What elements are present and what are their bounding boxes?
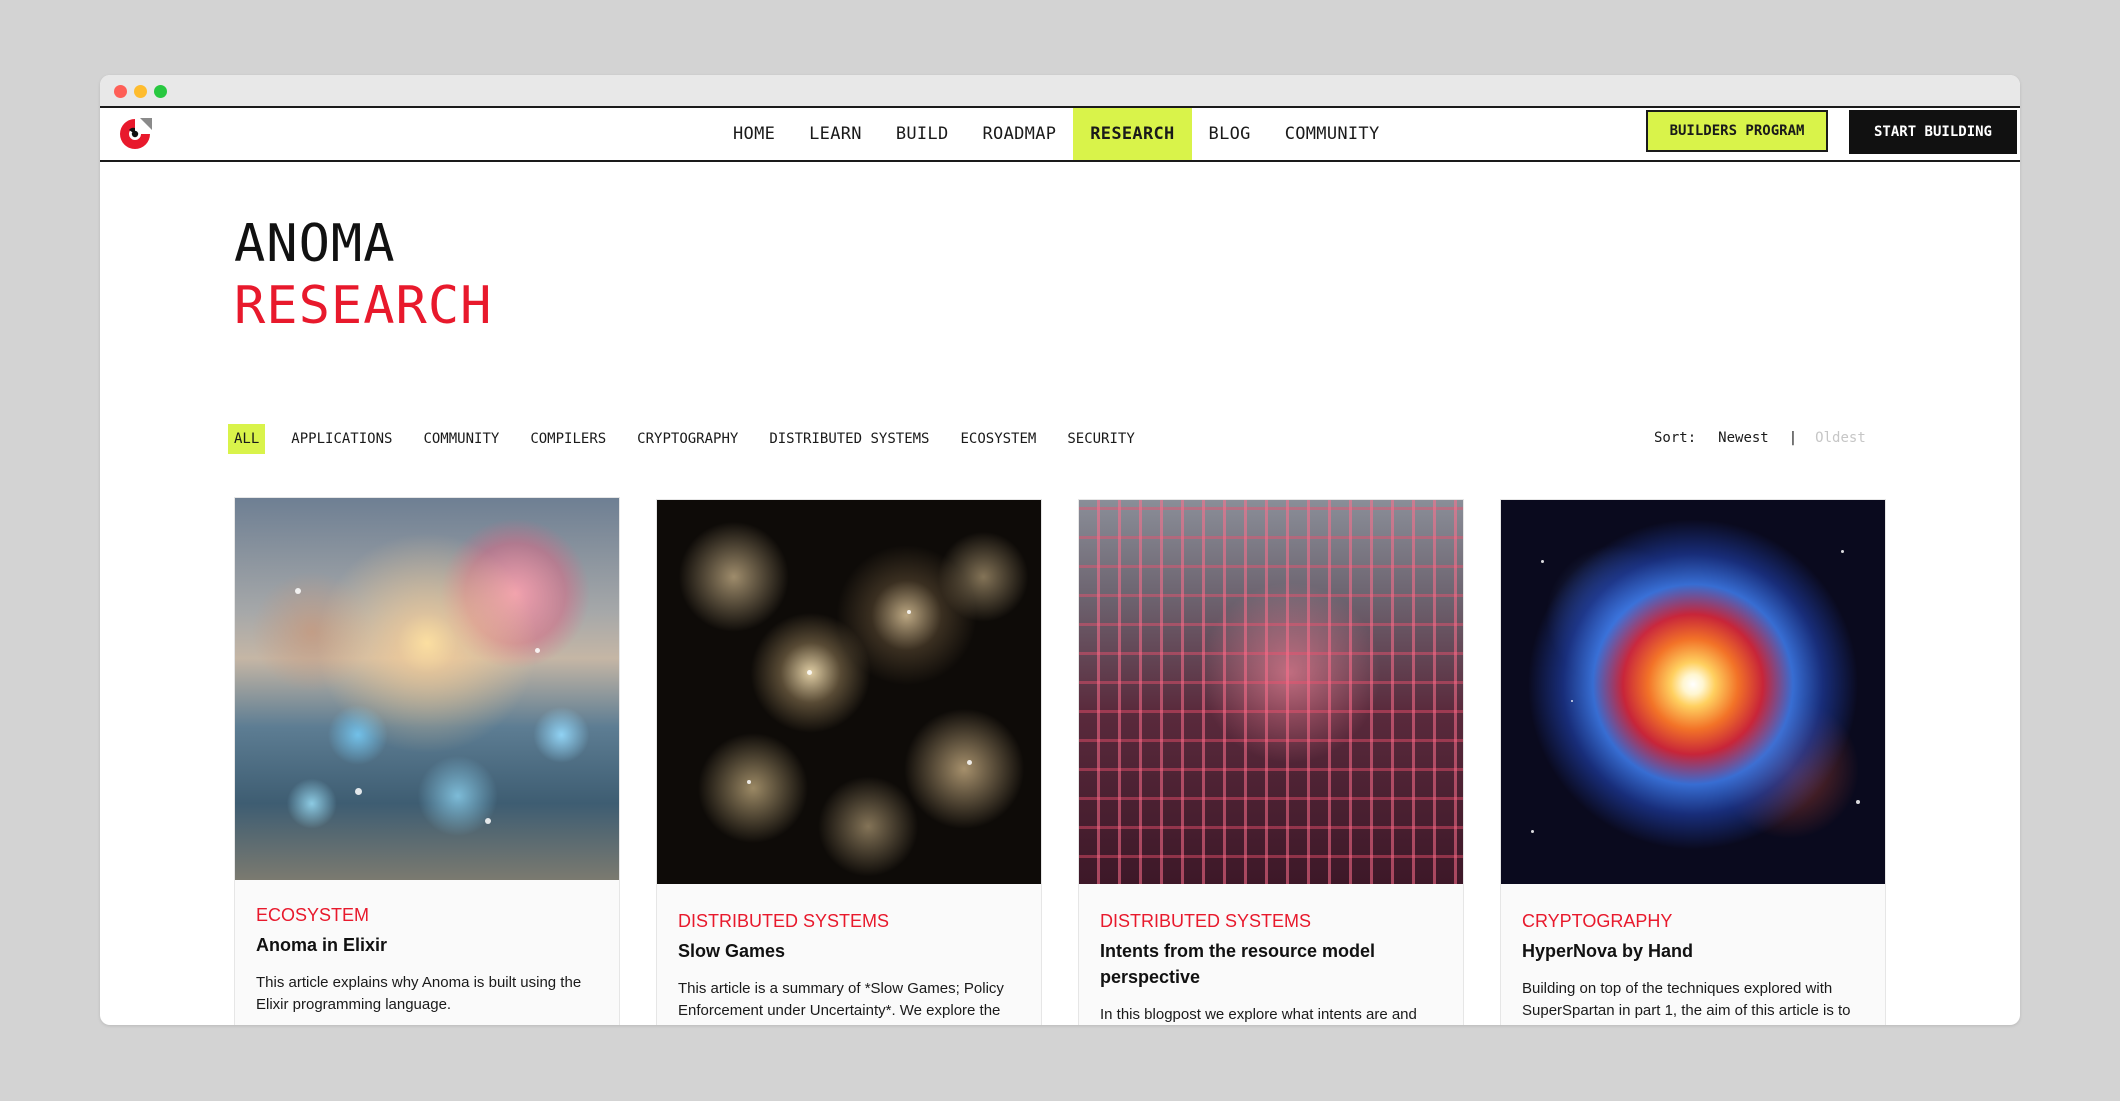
sort-newest[interactable]: Newest bbox=[1718, 429, 1769, 447]
card-category[interactable]: ECOSYSTEM bbox=[256, 904, 598, 926]
nav-home[interactable]: HOME bbox=[716, 108, 792, 160]
filter-security[interactable]: SECURITY bbox=[1061, 424, 1140, 454]
maximize-window-dot[interactable] bbox=[154, 85, 167, 98]
filter-community[interactable]: COMMUNITY bbox=[417, 424, 505, 454]
top-navbar: HOME LEARN BUILD ROADMAP RESEARCH BLOG C… bbox=[100, 108, 2020, 162]
nav-build[interactable]: BUILD bbox=[879, 108, 966, 160]
close-window-dot[interactable] bbox=[114, 85, 127, 98]
main-nav: HOME LEARN BUILD ROADMAP RESEARCH BLOG C… bbox=[716, 108, 1397, 160]
card-body: CRYPTOGRAPHY HyperNova by Hand Building … bbox=[1501, 884, 1885, 1025]
minimize-window-dot[interactable] bbox=[134, 85, 147, 98]
card-image[interactable] bbox=[1079, 500, 1463, 884]
sort-separator: | bbox=[1788, 430, 1798, 446]
sort-control: Sort: Newest | Oldest bbox=[1654, 429, 1866, 447]
card-image[interactable] bbox=[235, 498, 619, 880]
card-category[interactable]: DISTRIBUTED SYSTEMS bbox=[1100, 910, 1442, 932]
anoma-logo-icon[interactable] bbox=[116, 115, 154, 153]
card-body: ECOSYSTEM Anoma in Elixir This article e… bbox=[235, 880, 619, 1016]
card-title[interactable]: Intents from the resource model perspect… bbox=[1100, 938, 1442, 990]
window-titlebar bbox=[100, 75, 2020, 108]
nav-learn[interactable]: LEARN bbox=[792, 108, 879, 160]
nav-research[interactable]: RESEARCH bbox=[1073, 108, 1192, 160]
nav-blog[interactable]: BLOG bbox=[1192, 108, 1268, 160]
card-description: Building on top of the techniques explor… bbox=[1522, 980, 1851, 1025]
card-category[interactable]: CRYPTOGRAPHY bbox=[1522, 910, 1864, 932]
research-card[interactable]: ECOSYSTEM Anoma in Elixir This article e… bbox=[234, 497, 620, 1025]
filter-ecosystem[interactable]: ECOSYSTEM bbox=[954, 424, 1042, 454]
card-body: DISTRIBUTED SYSTEMS Slow Games This arti… bbox=[657, 884, 1041, 1025]
page-title-line1: ANOMA bbox=[234, 214, 396, 274]
card-title[interactable]: Slow Games bbox=[678, 938, 1020, 964]
filter-applications[interactable]: APPLICATIONS bbox=[285, 424, 398, 454]
filter-distributed-systems[interactable]: DISTRIBUTED SYSTEMS bbox=[763, 424, 935, 454]
page-title: ANOMA RESEARCH bbox=[234, 213, 492, 337]
research-card[interactable]: DISTRIBUTED SYSTEMS Intents from the res… bbox=[1078, 499, 1464, 1025]
start-building-button[interactable]: START BUILDING bbox=[1849, 110, 2017, 154]
sort-label: Sort: bbox=[1654, 430, 1697, 446]
research-card[interactable]: CRYPTOGRAPHY HyperNova by Hand Building … bbox=[1500, 499, 1886, 1025]
card-title[interactable]: Anoma in Elixir bbox=[256, 932, 598, 958]
filter-compilers[interactable]: COMPILERS bbox=[524, 424, 612, 454]
page-title-line2: RESEARCH bbox=[234, 276, 493, 336]
browser-window: HOME LEARN BUILD ROADMAP RESEARCH BLOG C… bbox=[100, 75, 2020, 1025]
nav-community[interactable]: COMMUNITY bbox=[1268, 108, 1397, 160]
nav-roadmap[interactable]: ROADMAP bbox=[966, 108, 1074, 160]
card-image[interactable] bbox=[657, 500, 1041, 884]
card-description: This article is a summary of *Slow Games… bbox=[678, 980, 1004, 1025]
card-description: This article explains why Anoma is built… bbox=[256, 974, 582, 1013]
card-body: DISTRIBUTED SYSTEMS Intents from the res… bbox=[1079, 884, 1463, 1025]
research-card[interactable]: DISTRIBUTED SYSTEMS Slow Games This arti… bbox=[656, 499, 1042, 1025]
filter-cryptography[interactable]: CRYPTOGRAPHY bbox=[631, 424, 744, 454]
card-image[interactable] bbox=[1501, 500, 1885, 884]
card-description: In this blogpost we explore what intents… bbox=[1100, 1006, 1417, 1023]
category-filters: ALL APPLICATIONS COMMUNITY COMPILERS CRY… bbox=[228, 423, 1160, 455]
sort-oldest[interactable]: Oldest bbox=[1815, 429, 1866, 447]
filter-all[interactable]: ALL bbox=[228, 424, 266, 454]
card-category[interactable]: DISTRIBUTED SYSTEMS bbox=[678, 910, 1020, 932]
builders-program-button[interactable]: BUILDERS PROGRAM bbox=[1646, 110, 1828, 152]
card-title[interactable]: HyperNova by Hand bbox=[1522, 938, 1864, 964]
